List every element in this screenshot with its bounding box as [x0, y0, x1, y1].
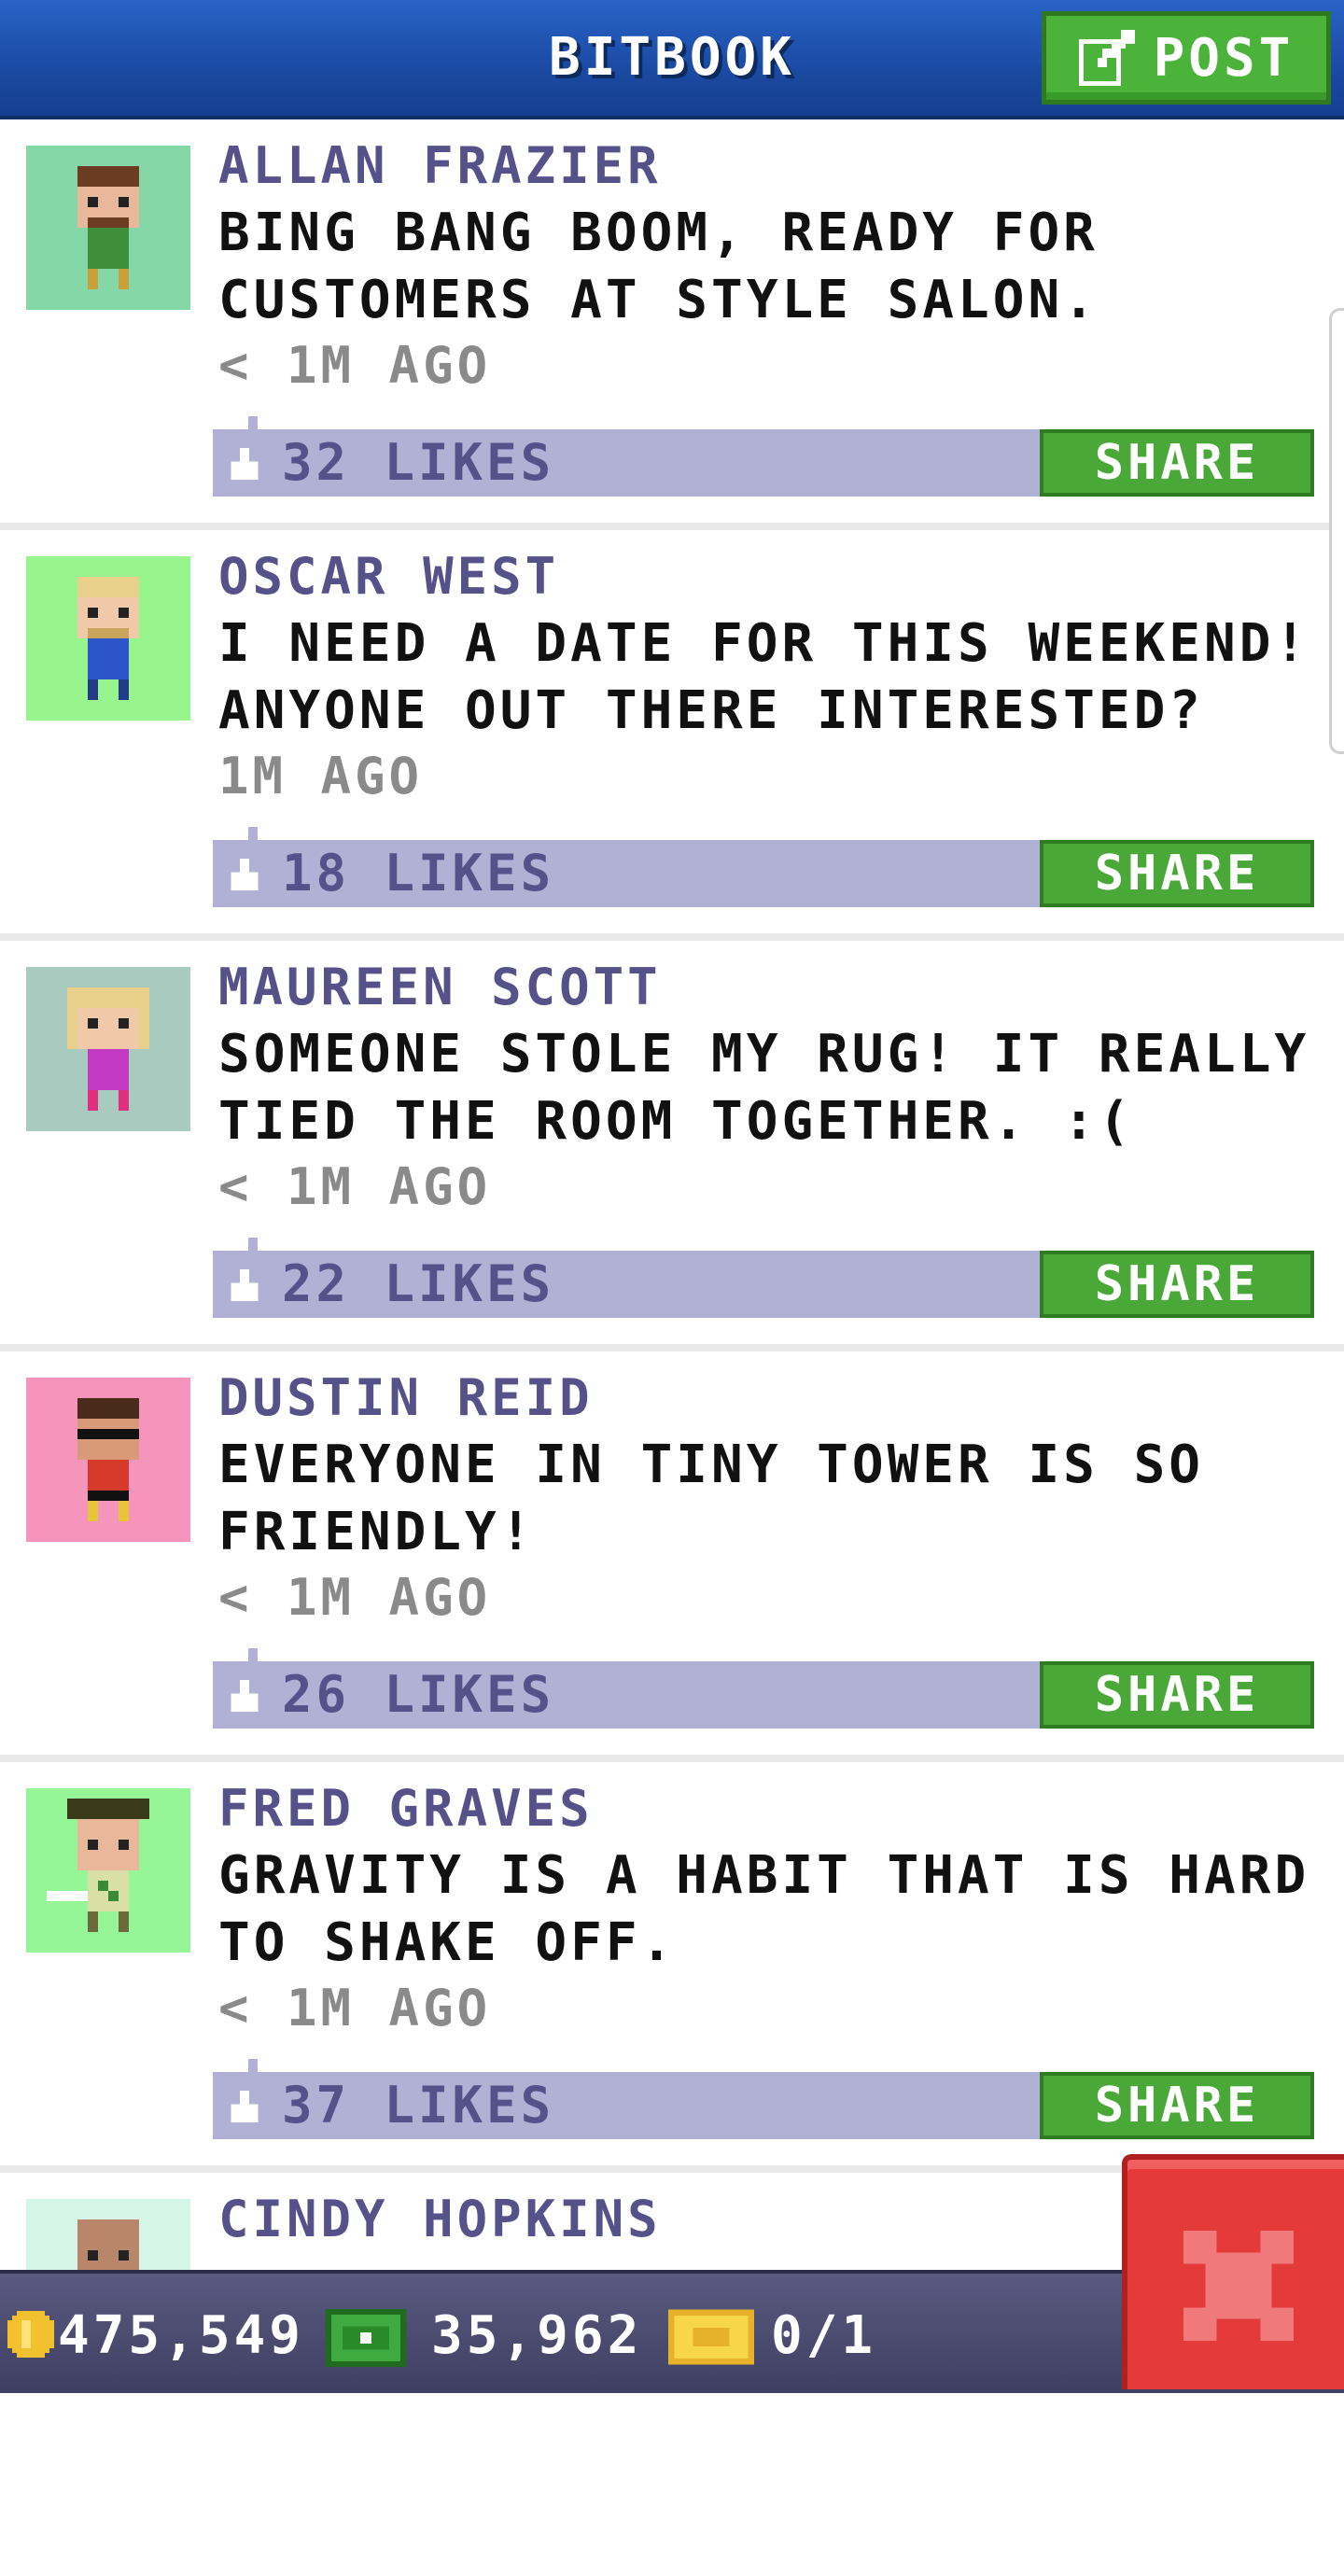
share-button[interactable]: SHARE — [1040, 2072, 1314, 2139]
post-button[interactable]: POST — [1042, 11, 1331, 105]
feed-post: DUSTIN REID EVERYONE IN TINY TOWER IS SO… — [0, 1351, 1344, 1755]
feed-post: ALLAN FRAZIER BING BANG BOOM, READY FOR … — [0, 119, 1344, 523]
coin-icon — [7, 2311, 54, 2358]
scrollbar[interactable] — [1329, 308, 1344, 754]
ticket-icon — [668, 2309, 754, 2365]
post-author[interactable]: DUSTIN REID — [218, 1368, 594, 1427]
likes-bar: 18 LIKES SHARE — [213, 827, 1314, 907]
coin-balance: 475,549 — [58, 2305, 305, 2366]
post-message: GRAVITY IS A HABIT THAT IS HARD TO SHAKE… — [218, 1845, 1310, 1973]
share-button[interactable]: SHARE — [1040, 429, 1314, 497]
thumbs-up-icon — [231, 859, 259, 890]
feed-post: FRED GRAVES GRAVITY IS A HABIT THAT IS H… — [0, 1762, 1344, 2165]
avatar-golfer-icon — [26, 1788, 190, 1953]
post-timestamp: < 1M AGO — [218, 1157, 492, 1216]
close-icon — [1183, 2231, 1294, 2341]
avatar — [26, 146, 190, 310]
header-bar: BITBOOK POST — [0, 0, 1344, 119]
likes-bar: 26 LIKES SHARE — [213, 1648, 1314, 1729]
post-message: BING BANG BOOM, READY FOR CUSTOMERS AT S… — [218, 203, 1099, 330]
post-author[interactable]: OSCAR WEST — [218, 547, 559, 606]
avatar — [26, 1788, 190, 1953]
likes-count[interactable]: 32 LIKES — [282, 429, 554, 497]
share-button[interactable]: SHARE — [1040, 1661, 1314, 1729]
post-timestamp: 1M AGO — [218, 747, 424, 805]
post-timestamp: < 1M AGO — [218, 1568, 492, 1627]
post-author[interactable]: FRED GRAVES — [218, 1779, 594, 1838]
avatar-blond-man-icon — [26, 556, 190, 721]
post-author[interactable]: CINDY HOPKINS — [218, 2190, 662, 2248]
ticket-count: 0/1 — [771, 2305, 877, 2366]
share-button[interactable]: SHARE — [1040, 840, 1314, 907]
thumbs-up-icon — [231, 1680, 259, 1712]
avatar-man-mustache-icon — [26, 146, 190, 310]
avatar-man-sunglasses-icon — [26, 1378, 190, 1542]
likes-bar: 32 LIKES SHARE — [213, 416, 1314, 497]
avatar — [26, 967, 190, 1131]
likes-count[interactable]: 22 LIKES — [282, 1251, 554, 1318]
divider — [0, 1344, 1344, 1351]
post-message: SOMEONE STOLE MY RUG! IT REALLY TIED THE… — [218, 1024, 1310, 1152]
close-button[interactable] — [1122, 2154, 1344, 2389]
likes-count[interactable]: 37 LIKES — [282, 2072, 554, 2139]
post-author[interactable]: MAUREEN SCOTT — [218, 958, 662, 1016]
post-timestamp: < 1M AGO — [218, 1979, 492, 2037]
likes-bar: 37 LIKES SHARE — [213, 2059, 1314, 2139]
divider — [0, 933, 1344, 941]
post-button-label: POST — [1153, 27, 1295, 89]
thumbs-up-icon — [231, 2091, 259, 2122]
likes-count[interactable]: 18 LIKES — [282, 840, 554, 907]
thumbs-up-icon — [231, 448, 259, 480]
feed-post: MAUREEN SCOTT SOMEONE STOLE MY RUG! IT R… — [0, 941, 1344, 1344]
likes-count[interactable]: 26 LIKES — [282, 1661, 554, 1729]
avatar — [26, 1378, 190, 1542]
bux-icon — [325, 2309, 407, 2367]
compose-icon — [1078, 30, 1135, 86]
avatar — [26, 556, 190, 721]
post-message: EVERYONE IN TINY TOWER IS SO FRIENDLY! — [218, 1435, 1205, 1562]
share-button[interactable]: SHARE — [1040, 1251, 1314, 1318]
thumbs-up-icon — [231, 1269, 259, 1301]
post-author[interactable]: ALLAN FRAZIER — [218, 136, 662, 195]
post-message: I NEED A DATE FOR THIS WEEKEND! ANYONE O… — [218, 613, 1310, 741]
avatar-woman-icon — [26, 967, 190, 1131]
bux-balance: 35,962 — [431, 2305, 643, 2366]
likes-bar: 22 LIKES SHARE — [213, 1238, 1314, 1318]
divider — [0, 523, 1344, 530]
post-timestamp: < 1M AGO — [218, 336, 492, 395]
feed-post: OSCAR WEST I NEED A DATE FOR THIS WEEKEN… — [0, 530, 1344, 933]
divider — [0, 1755, 1344, 1762]
